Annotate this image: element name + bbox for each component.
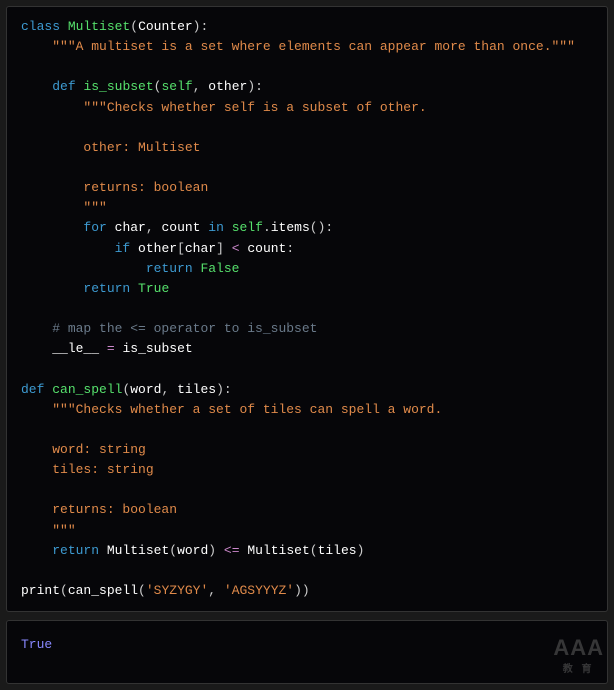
method-items: items (271, 220, 310, 235)
var-count: count (161, 220, 200, 235)
docstring-line: word: string (52, 442, 146, 457)
keyword-class: class (21, 19, 60, 34)
param-tiles: tiles (177, 382, 216, 397)
base-class: Counter (138, 19, 193, 34)
operator-assign: = (107, 341, 115, 356)
keyword-def: def (52, 79, 75, 94)
keyword-in: in (208, 220, 224, 235)
var-count: count (247, 241, 286, 256)
call-multiset: Multiset (247, 543, 309, 558)
docstring-line: """Checks whether a set of tiles can spe… (52, 402, 442, 417)
dunder-le: __le__ (52, 341, 99, 356)
keyword-for: for (83, 220, 106, 235)
keyword-return: return (52, 543, 99, 558)
string-literal: 'AGSYYYZ' (224, 583, 294, 598)
const-true: True (138, 281, 169, 296)
call-print: print (21, 583, 60, 598)
docstring-line: """Checks whether self is a subset of ot… (83, 100, 426, 115)
self-ref: self (232, 220, 263, 235)
keyword-if: if (115, 241, 131, 256)
docstring-close: """ (52, 523, 75, 538)
output-text: True (21, 637, 52, 652)
const-false: False (200, 261, 239, 276)
docstring-line: returns: boolean (52, 502, 177, 517)
var-other: other (138, 241, 177, 256)
code-block: class Multiset(Counter): """A multiset i… (6, 6, 608, 612)
operator-lt: < (232, 241, 240, 256)
function-name: can_spell (52, 382, 122, 397)
param-other: other (208, 79, 247, 94)
arg-tiles: tiles (318, 543, 357, 558)
keyword-def: def (21, 382, 44, 397)
call-can-spell: can_spell (68, 583, 138, 598)
docstring-line: tiles: string (52, 462, 153, 477)
output-block: True (6, 620, 608, 684)
operator-le: <= (224, 543, 240, 558)
keyword-return: return (146, 261, 193, 276)
param-word: word (130, 382, 161, 397)
string-literal: 'SYZYGY' (146, 583, 208, 598)
method-name: is_subset (83, 79, 153, 94)
docstring-line: returns: boolean (83, 180, 208, 195)
keyword-return: return (83, 281, 130, 296)
call-multiset: Multiset (107, 543, 169, 558)
ref-is-subset: is_subset (122, 341, 192, 356)
comment: # map the <= operator to is_subset (52, 321, 317, 336)
class-name: Multiset (68, 19, 130, 34)
var-char: char (185, 241, 216, 256)
docstring-close: """ (83, 200, 106, 215)
docstring: """A multiset is a set where elements ca… (52, 39, 575, 54)
var-char: char (115, 220, 146, 235)
param-self: self (161, 79, 192, 94)
docstring-line: other: Multiset (83, 140, 200, 155)
arg-word: word (177, 543, 208, 558)
